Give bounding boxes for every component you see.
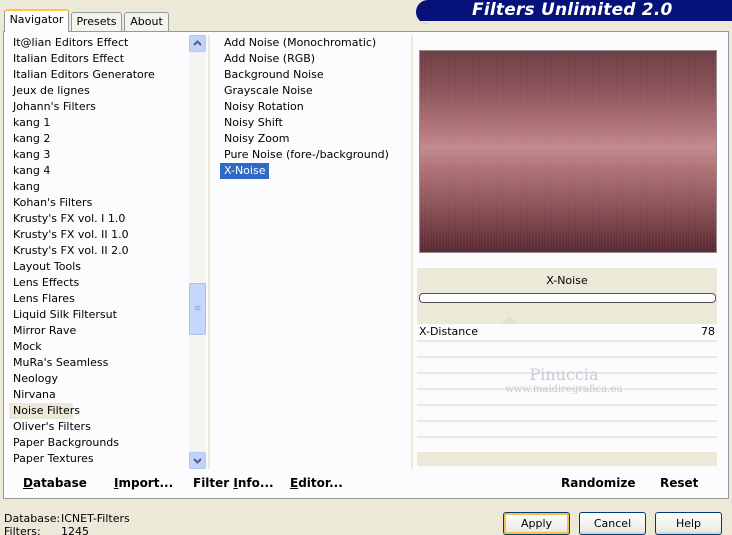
category-item[interactable]: Lens Effects [9,275,189,291]
category-item[interactable]: Layout Tools [9,259,189,275]
category-item[interactable]: Neology [9,371,189,387]
filter-name-label: X-Noise [546,274,588,287]
category-item[interactable]: Paper Backgrounds [9,435,189,451]
empty-slider-row [417,438,717,452]
filter-item[interactable]: Noisy Shift [219,115,409,131]
empty-slider-row [417,390,717,404]
category-item[interactable]: Italian Editors Generatore [9,67,189,83]
tab-navigator[interactable]: Navigator [4,9,69,32]
filter-item[interactable]: Noisy Rotation [219,99,409,115]
empty-slider-row [417,342,717,356]
filter-item[interactable]: Add Noise (Monochromatic) [219,35,409,51]
divider [411,35,413,469]
category-scrollbar[interactable]: ≡ [189,35,206,469]
empty-slider-row [417,358,717,372]
category-item[interactable]: Paper Textures [9,451,189,467]
apply-button[interactable]: Apply [503,512,570,535]
filter-item-selected[interactable]: X-Noise [220,163,270,179]
category-item[interactable]: kang [9,179,189,195]
title-banner: Filters Unlimited 2.0 [416,0,732,24]
category-item[interactable]: kang 2 [9,131,189,147]
slider-value: 78 [701,325,715,338]
category-item[interactable]: Lens Flares [9,291,189,307]
progress-bar [419,293,716,303]
category-item[interactable]: Krusty's FX vol. II 1.0 [9,227,189,243]
chevron-down-icon [193,458,202,464]
filters-label: Filters: [4,525,41,535]
category-item[interactable]: Italian Editors Effect [9,51,189,67]
database-label: Database: [4,512,61,525]
category-list[interactable]: It@lian Editors Effect Italian Editors E… [9,35,189,469]
slider-label: X-Distance [419,325,479,338]
category-item[interactable]: Krusty's FX vol. II 2.0 [9,243,189,259]
category-item-selected[interactable]: Noise Filters [9,403,80,419]
scroll-thumb[interactable]: ≡ [189,283,206,335]
category-item[interactable]: Mirror Rave [9,323,189,339]
category-item[interactable]: kang 4 [9,163,189,179]
app-title: Filters Unlimited 2.0 [472,0,673,20]
category-item[interactable]: Nirvana [9,387,189,403]
category-item[interactable]: Johann's Filters [9,99,189,115]
x-distance-slider[interactable]: X-Distance 78 [417,316,717,340]
filter-list[interactable]: Add Noise (Monochromatic) Add Noise (RGB… [219,35,409,469]
scroll-up-button[interactable] [189,35,206,52]
filter-item[interactable]: Noisy Zoom [219,131,409,147]
filter-item[interactable]: Pure Noise (fore-/background) [219,147,409,163]
empty-slider-row [417,374,717,388]
filters-count: 1245 [61,525,89,535]
randomize-link[interactable]: Randomize [561,476,635,490]
filter-item[interactable]: Add Noise (RGB) [219,51,409,67]
import-link[interactable]: Import... [114,476,173,490]
database-value: ICNET-Filters [61,512,130,525]
chevron-up-icon [193,40,202,46]
filter-preview [419,50,717,253]
filter-info-link[interactable]: Filter Info... [193,476,274,490]
editor-link[interactable]: Editor... [290,476,343,490]
category-item[interactable]: It@lian Editors Effect [9,35,189,51]
category-item[interactable]: Krusty's FX vol. I 1.0 [9,211,189,227]
parameter-panel: X-Noise X-Distance 78 [417,268,717,466]
filter-item[interactable]: Grayscale Noise [219,83,409,99]
empty-slider-row [417,406,717,420]
scroll-down-button[interactable] [189,452,206,469]
category-item[interactable]: Mock [9,339,189,355]
empty-slider-row [417,422,717,436]
tab-presets[interactable]: Presets [71,12,122,31]
help-button[interactable]: Help [655,512,722,535]
category-item[interactable]: MuRa's Seamless [9,355,189,371]
category-item[interactable]: Jeux de lignes [9,83,189,99]
cancel-button[interactable]: Cancel [579,512,646,535]
category-item[interactable]: Oliver's Filters [9,419,189,435]
category-item[interactable]: Liquid Silk Filtersut [9,307,189,323]
filter-item[interactable]: Background Noise [219,67,409,83]
database-link[interactable]: Database [23,476,87,490]
category-item[interactable]: kang 3 [9,147,189,163]
slider-thumb[interactable] [501,316,517,324]
reset-link[interactable]: Reset [660,476,698,490]
category-item[interactable]: kang 1 [9,115,189,131]
divider [208,35,210,469]
category-item[interactable]: Kohan's Filters [9,195,189,211]
tab-about[interactable]: About [124,12,169,31]
